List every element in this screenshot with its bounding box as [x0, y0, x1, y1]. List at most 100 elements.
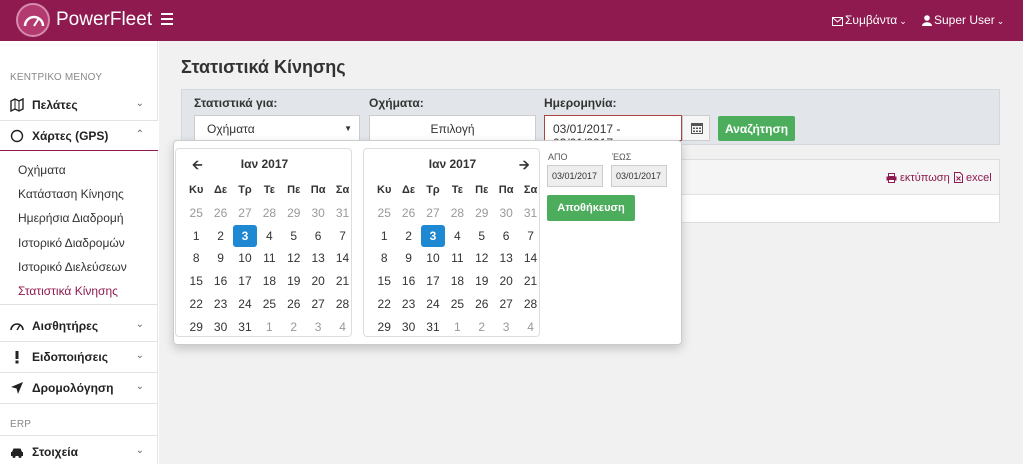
calendar-day[interactable]: 3: [232, 224, 258, 248]
calendar-day[interactable]: 30: [306, 202, 330, 225]
submenu-vehicles[interactable]: Οχήματα: [18, 163, 66, 177]
calendar-day[interactable]: 29: [282, 202, 306, 225]
calendar-day[interactable]: 29: [372, 316, 396, 339]
calendar-day[interactable]: 30: [208, 316, 232, 339]
submenu-movement-stats[interactable]: Στατιστικά Κίνησης: [18, 284, 118, 298]
calendar-day[interactable]: 1: [257, 316, 281, 339]
calendar-day[interactable]: 21: [518, 270, 542, 293]
calendar-day[interactable]: 28: [445, 202, 469, 225]
calendar-day[interactable]: 3: [306, 316, 330, 339]
calendar-day[interactable]: 20: [494, 270, 518, 293]
calendar-day[interactable]: 8: [372, 247, 396, 270]
calendar-day[interactable]: 25: [445, 293, 469, 316]
print-link[interactable]: εκτύπωση: [886, 172, 950, 184]
calendar-day[interactable]: 29: [184, 316, 208, 339]
stats-for-select[interactable]: Οχήματα ▼: [194, 115, 360, 141]
calendar-day[interactable]: 26: [396, 202, 420, 225]
calendar-day[interactable]: 26: [208, 202, 232, 225]
submenu-route-history[interactable]: Ιστορικό Διαδρομών: [18, 236, 125, 250]
sidebar-item-routing[interactable]: Δρομολόγηση ⌄: [0, 373, 158, 403]
calendar-day[interactable]: 11: [445, 247, 469, 270]
calendar-day[interactable]: 1: [372, 225, 396, 248]
calendar-day[interactable]: 11: [257, 247, 281, 270]
calendar-day[interactable]: 31: [421, 316, 445, 339]
calendar-day[interactable]: 18: [445, 270, 469, 293]
calendar-day[interactable]: 22: [372, 293, 396, 316]
calendar-day[interactable]: 17: [233, 270, 257, 293]
calendar-day[interactable]: 12: [470, 247, 494, 270]
calendar-day[interactable]: 9: [396, 247, 420, 270]
calendar-day[interactable]: 28: [257, 202, 281, 225]
brand-name[interactable]: PowerFleet: [56, 9, 152, 31]
calendar-day[interactable]: 17: [421, 270, 445, 293]
calendar-day[interactable]: 2: [470, 316, 494, 339]
calendar-day[interactable]: 13: [494, 247, 518, 270]
calendar-day[interactable]: 31: [518, 202, 542, 225]
calendar-day[interactable]: 19: [282, 270, 306, 293]
calendar-day[interactable]: 23: [396, 293, 420, 316]
calendar-day[interactable]: 15: [372, 270, 396, 293]
submenu-daily-route[interactable]: Ημερήσια Διαδρομή: [18, 211, 124, 225]
calendar-day[interactable]: 31: [330, 202, 354, 225]
calendar-day[interactable]: 28: [518, 293, 542, 316]
calendar-day[interactable]: 18: [257, 270, 281, 293]
calendar-day[interactable]: 6: [494, 225, 518, 248]
calendar-day[interactable]: 4: [518, 316, 542, 339]
calendar-day[interactable]: 13: [306, 247, 330, 270]
submenu-movement-status[interactable]: Κατάσταση Κίνησης: [18, 187, 124, 201]
vehicles-select-button[interactable]: Επιλογή: [369, 115, 536, 141]
logo-gauge-icon[interactable]: [16, 3, 50, 37]
calendar-day[interactable]: 2: [208, 225, 232, 248]
sidebar-item-notifications[interactable]: Ειδοποιήσεις ⌄: [0, 342, 158, 372]
from-date-input[interactable]: 03/01/2017: [547, 165, 603, 187]
calendar-day[interactable]: 6: [306, 225, 330, 248]
calendar-day[interactable]: 27: [421, 202, 445, 225]
calendar-day[interactable]: 26: [470, 293, 494, 316]
calendar-day[interactable]: 30: [494, 202, 518, 225]
calendar-day[interactable]: 8: [184, 247, 208, 270]
calendar-day[interactable]: 26: [282, 293, 306, 316]
sidebar-item-customers[interactable]: Πελάτες ⌄: [0, 90, 158, 120]
calendar-day[interactable]: 5: [282, 225, 306, 248]
calendar-day[interactable]: 1: [184, 225, 208, 248]
calendar-day[interactable]: 28: [330, 293, 354, 316]
calendar-day[interactable]: 29: [470, 202, 494, 225]
calendar-day[interactable]: 27: [306, 293, 330, 316]
calendar-day[interactable]: 31: [233, 316, 257, 339]
calendar-day[interactable]: 4: [257, 225, 281, 248]
submenu-passage-history[interactable]: Ιστορικό Διελεύσεων: [18, 260, 127, 274]
calendar-day[interactable]: 1: [445, 316, 469, 339]
search-button[interactable]: Αναζήτηση: [718, 116, 795, 141]
calendar-day[interactable]: 25: [257, 293, 281, 316]
calendar-day[interactable]: 14: [518, 247, 542, 270]
calendar-day[interactable]: 5: [470, 225, 494, 248]
arrow-right-icon[interactable]: 🡪: [519, 156, 530, 178]
calendar-button[interactable]: [682, 115, 710, 141]
date-range-input[interactable]: 03/01/2017 - 03/01/2017: [544, 115, 682, 150]
calendar-day[interactable]: 22: [184, 293, 208, 316]
calendar-day[interactable]: 21: [330, 270, 354, 293]
menu-toggle-icon[interactable]: [161, 13, 173, 25]
calendar-day[interactable]: 16: [396, 270, 420, 293]
calendar-day[interactable]: 16: [208, 270, 232, 293]
events-menu[interactable]: Συμβάντα ⌄: [832, 13, 907, 27]
calendar-day[interactable]: 3: [420, 224, 446, 248]
calendar-day[interactable]: 19: [470, 270, 494, 293]
apply-button[interactable]: Αποθήκευση: [547, 195, 635, 221]
calendar-day[interactable]: 23: [208, 293, 232, 316]
calendar-day[interactable]: 4: [330, 316, 354, 339]
calendar-day[interactable]: 12: [282, 247, 306, 270]
calendar-day[interactable]: 30: [396, 316, 420, 339]
calendar-day[interactable]: 4: [445, 225, 469, 248]
calendar-day[interactable]: 20: [306, 270, 330, 293]
calendar-day[interactable]: 10: [421, 247, 445, 270]
calendar-day[interactable]: 7: [330, 225, 354, 248]
calendar-day[interactable]: 15: [184, 270, 208, 293]
calendar-day[interactable]: 2: [396, 225, 420, 248]
calendar-day[interactable]: 10: [233, 247, 257, 270]
calendar-day[interactable]: 7: [518, 225, 542, 248]
excel-link[interactable]: excel: [954, 172, 992, 184]
calendar-day[interactable]: 24: [233, 293, 257, 316]
calendar-day[interactable]: 14: [330, 247, 354, 270]
sidebar-item-sensors[interactable]: Αισθητήρες ⌄: [0, 311, 158, 341]
